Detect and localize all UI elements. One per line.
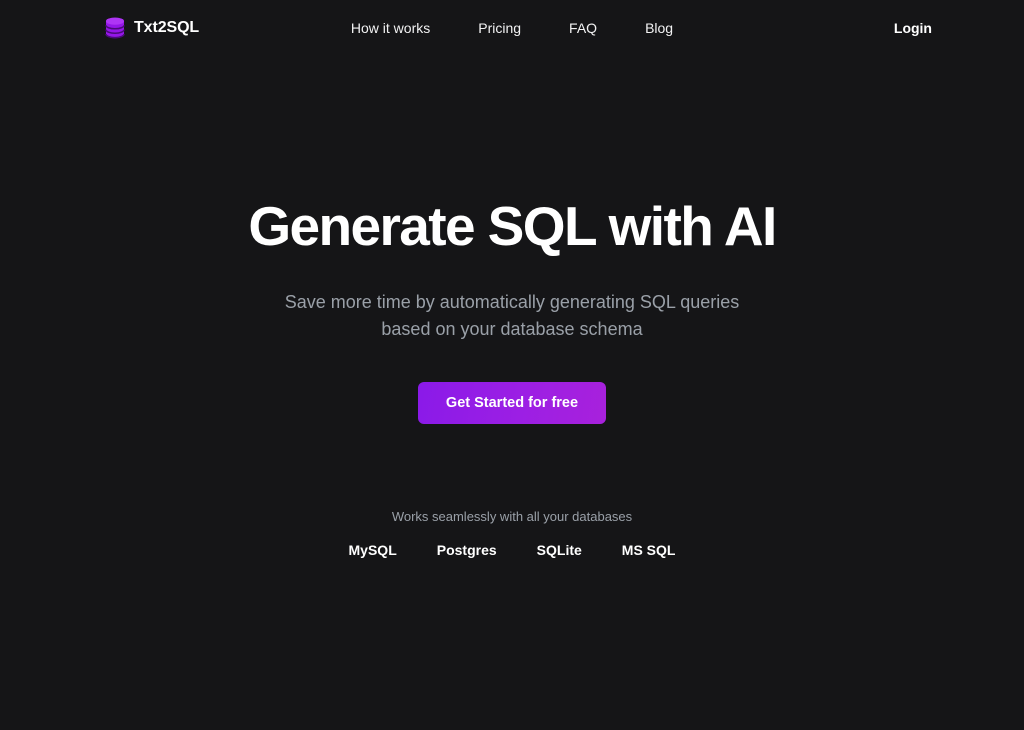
brand-name: Txt2SQL: [134, 19, 200, 36]
get-started-button[interactable]: Get Started for free: [417, 381, 607, 424]
landing-page: Txt2SQL How it works Pricing FAQ Blog Lo…: [0, 0, 1024, 730]
nav-item-pricing: Pricing: [454, 14, 545, 42]
database-item-mssql: MS SQL: [621, 541, 676, 558]
supported-databases-caption: Works seamlessly with all your databases: [391, 508, 633, 524]
login-link[interactable]: Login: [894, 20, 932, 36]
database-item-postgres: Postgres: [436, 541, 497, 558]
database-item-sqlite: SQLite: [536, 541, 582, 558]
nav-link-blog[interactable]: Blog: [645, 14, 673, 42]
nav-item-how-it-works: How it works: [327, 14, 454, 42]
brand-logo-link[interactable]: Txt2SQL: [105, 17, 199, 39]
supported-databases-section: Works seamlessly with all your databases…: [329, 510, 696, 558]
hero-section: Generate SQL with AI Save more time by a…: [0, 56, 1024, 730]
nav-item-faq: FAQ: [545, 14, 621, 42]
nav-link-pricing[interactable]: Pricing: [478, 14, 521, 42]
supported-databases-list: MySQL Postgres SQLite MS SQL: [329, 542, 696, 558]
nav-link-how-it-works[interactable]: How it works: [351, 14, 430, 42]
database-cylinder-icon: [105, 17, 125, 39]
nav-link-faq[interactable]: FAQ: [569, 14, 597, 42]
nav-item-blog: Blog: [621, 14, 697, 42]
hero-subtitle-line-2: based on your database schema: [381, 318, 643, 339]
hero-subtitle: Save more time by automatically generati…: [285, 289, 740, 343]
database-item-mysql: MySQL: [348, 541, 397, 558]
hero-subtitle-line-1: Save more time by automatically generati…: [284, 291, 740, 312]
cta-container: Get Started for free: [417, 381, 607, 424]
page-title: Generate SQL with AI: [248, 195, 777, 257]
site-header: Txt2SQL How it works Pricing FAQ Blog Lo…: [0, 0, 1024, 56]
